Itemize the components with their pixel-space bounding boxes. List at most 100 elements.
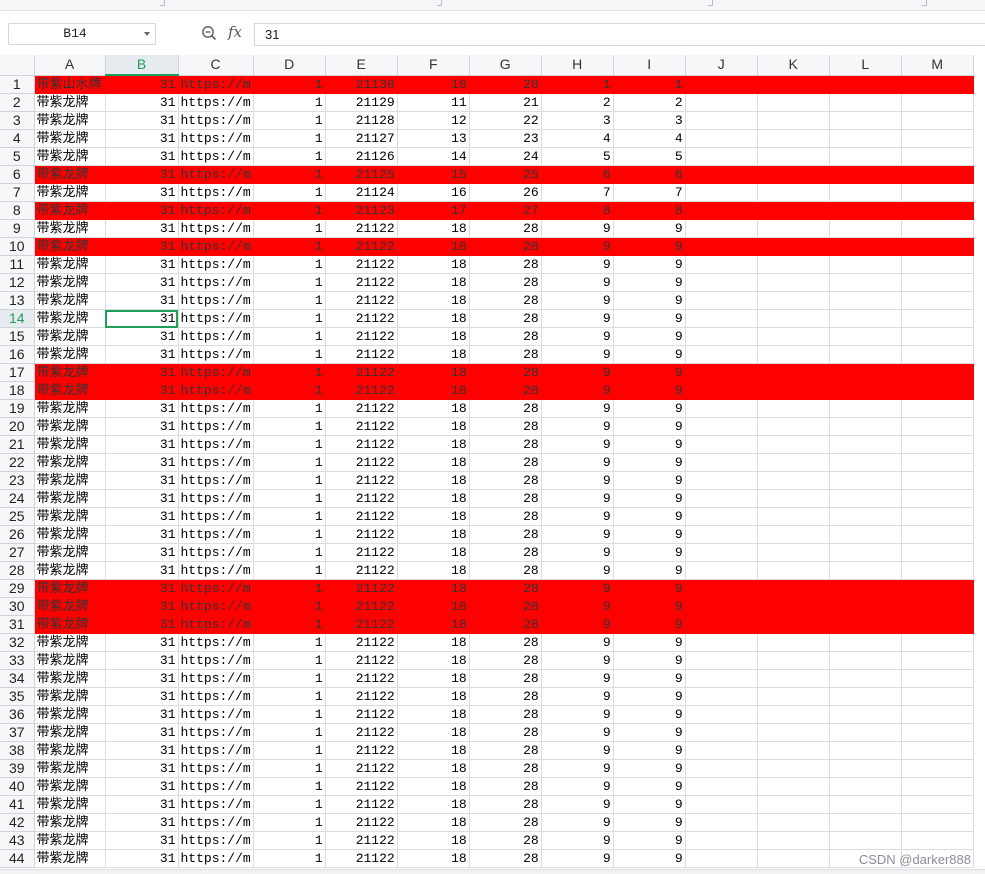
cell-h14[interactable]: 9 [541, 309, 614, 328]
cell-k34[interactable] [757, 669, 830, 688]
cell-g29[interactable]: 28 [469, 579, 542, 598]
cell-e24[interactable]: 21122 [325, 489, 398, 508]
cell-m12[interactable] [901, 273, 974, 292]
cell-m4[interactable] [901, 129, 974, 148]
cell-h25[interactable]: 9 [541, 507, 614, 526]
cell-m41[interactable] [901, 795, 974, 814]
name-box[interactable]: B14 [8, 23, 156, 45]
cell-e21[interactable]: 21122 [325, 435, 398, 454]
cell-i44[interactable]: 9 [613, 849, 686, 868]
cell-a30[interactable]: 带紫龙牌 [34, 597, 106, 616]
cell-i28[interactable]: 9 [613, 561, 686, 580]
fx-icon[interactable]: fx [228, 23, 242, 41]
cell-j1[interactable] [685, 75, 758, 94]
row-header[interactable]: 19 [0, 399, 35, 418]
cell-i39[interactable]: 9 [613, 759, 686, 778]
row-header[interactable]: 27 [0, 543, 35, 562]
row-header[interactable]: 39 [0, 759, 35, 778]
cell-f39[interactable]: 18 [397, 759, 470, 778]
cell-d34[interactable]: 1 [253, 669, 326, 688]
cell-c1[interactable]: https://m [178, 75, 254, 94]
cell-e32[interactable]: 21122 [325, 633, 398, 652]
cell-h35[interactable]: 9 [541, 687, 614, 706]
cell-d42[interactable]: 1 [253, 813, 326, 832]
cell-h30[interactable]: 9 [541, 597, 614, 616]
cell-k15[interactable] [757, 327, 830, 346]
cell-c35[interactable]: https://m [178, 687, 254, 706]
cell-l20[interactable] [829, 417, 902, 436]
column-header-b[interactable]: B [105, 55, 179, 76]
cell-k16[interactable] [757, 345, 830, 364]
cell-d11[interactable]: 1 [253, 255, 326, 274]
cell-j11[interactable] [685, 255, 758, 274]
cell-g12[interactable]: 28 [469, 273, 542, 292]
cell-k27[interactable] [757, 543, 830, 562]
row-header[interactable]: 30 [0, 597, 35, 616]
cell-g6[interactable]: 25 [469, 165, 542, 184]
cell-a1[interactable]: 带紫山水牌 [34, 75, 106, 94]
cell-e27[interactable]: 21122 [325, 543, 398, 562]
row-header[interactable]: 20 [0, 417, 35, 436]
cell-g34[interactable]: 28 [469, 669, 542, 688]
cell-g1[interactable]: 20 [469, 75, 542, 94]
select-all-corner[interactable] [0, 55, 35, 76]
cell-a41[interactable]: 带紫龙牌 [34, 795, 106, 814]
cell-j17[interactable] [685, 363, 758, 382]
cell-h22[interactable]: 9 [541, 453, 614, 472]
row-header[interactable]: 38 [0, 741, 35, 760]
cell-e5[interactable]: 21126 [325, 147, 398, 166]
cell-f31[interactable]: 18 [397, 615, 470, 634]
cell-a27[interactable]: 带紫龙牌 [34, 543, 106, 562]
cell-e4[interactable]: 21127 [325, 129, 398, 148]
cell-k21[interactable] [757, 435, 830, 454]
cell-h28[interactable]: 9 [541, 561, 614, 580]
cell-h36[interactable]: 9 [541, 705, 614, 724]
cell-f13[interactable]: 18 [397, 291, 470, 310]
row-header[interactable]: 16 [0, 345, 35, 364]
cell-c30[interactable]: https://m [178, 597, 254, 616]
row-header[interactable]: 34 [0, 669, 35, 688]
cell-b40[interactable]: 31 [105, 777, 179, 796]
cell-m21[interactable] [901, 435, 974, 454]
column-header-g[interactable]: G [469, 55, 542, 76]
cell-j21[interactable] [685, 435, 758, 454]
cell-a43[interactable]: 带紫龙牌 [34, 831, 106, 850]
cell-c41[interactable]: https://m [178, 795, 254, 814]
cell-g2[interactable]: 21 [469, 93, 542, 112]
cell-l32[interactable] [829, 633, 902, 652]
cell-h16[interactable]: 9 [541, 345, 614, 364]
cell-m33[interactable] [901, 651, 974, 670]
cell-d13[interactable]: 1 [253, 291, 326, 310]
cell-k2[interactable] [757, 93, 830, 112]
cell-h33[interactable]: 9 [541, 651, 614, 670]
cell-i3[interactable]: 3 [613, 111, 686, 130]
cell-i19[interactable]: 9 [613, 399, 686, 418]
cell-e7[interactable]: 21124 [325, 183, 398, 202]
cell-i5[interactable]: 5 [613, 147, 686, 166]
column-header-c[interactable]: C [178, 55, 254, 76]
column-header-m[interactable]: M [901, 55, 974, 76]
cell-d9[interactable]: 1 [253, 219, 326, 238]
cell-l41[interactable] [829, 795, 902, 814]
cell-b16[interactable]: 31 [105, 345, 179, 364]
cell-j37[interactable] [685, 723, 758, 742]
row-header[interactable]: 3 [0, 111, 35, 130]
cell-k18[interactable] [757, 381, 830, 400]
cell-i35[interactable]: 9 [613, 687, 686, 706]
cell-h26[interactable]: 9 [541, 525, 614, 544]
cell-d14[interactable]: 1 [253, 309, 326, 328]
cell-f34[interactable]: 18 [397, 669, 470, 688]
cell-a37[interactable]: 带紫龙牌 [34, 723, 106, 742]
cell-i22[interactable]: 9 [613, 453, 686, 472]
cell-j39[interactable] [685, 759, 758, 778]
cell-k30[interactable] [757, 597, 830, 616]
cell-l40[interactable] [829, 777, 902, 796]
cell-c22[interactable]: https://m [178, 453, 254, 472]
cell-c16[interactable]: https://m [178, 345, 254, 364]
cell-a8[interactable]: 带紫龙牌 [34, 201, 106, 220]
cell-a34[interactable]: 带紫龙牌 [34, 669, 106, 688]
cell-b13[interactable]: 31 [105, 291, 179, 310]
cell-l39[interactable] [829, 759, 902, 778]
row-header[interactable]: 32 [0, 633, 35, 652]
cell-e25[interactable]: 21122 [325, 507, 398, 526]
